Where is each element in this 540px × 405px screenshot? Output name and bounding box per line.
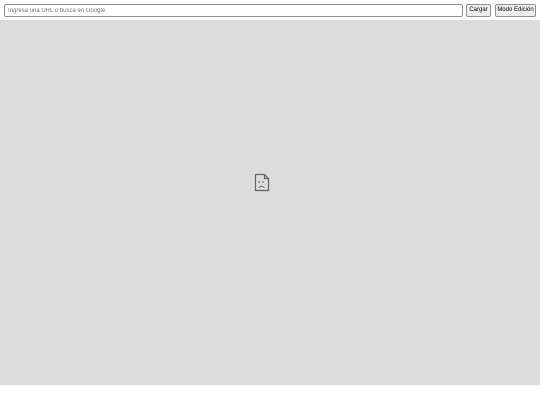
load-button[interactable]: Cargar [466, 4, 491, 17]
toolbar: Cargar Modo Edición [0, 0, 540, 20]
sad-document-icon [254, 173, 270, 192]
url-input[interactable] [4, 4, 463, 17]
content-frame [0, 20, 540, 385]
bottom-strip [0, 385, 540, 405]
edit-mode-button[interactable]: Modo Edición [495, 4, 536, 17]
